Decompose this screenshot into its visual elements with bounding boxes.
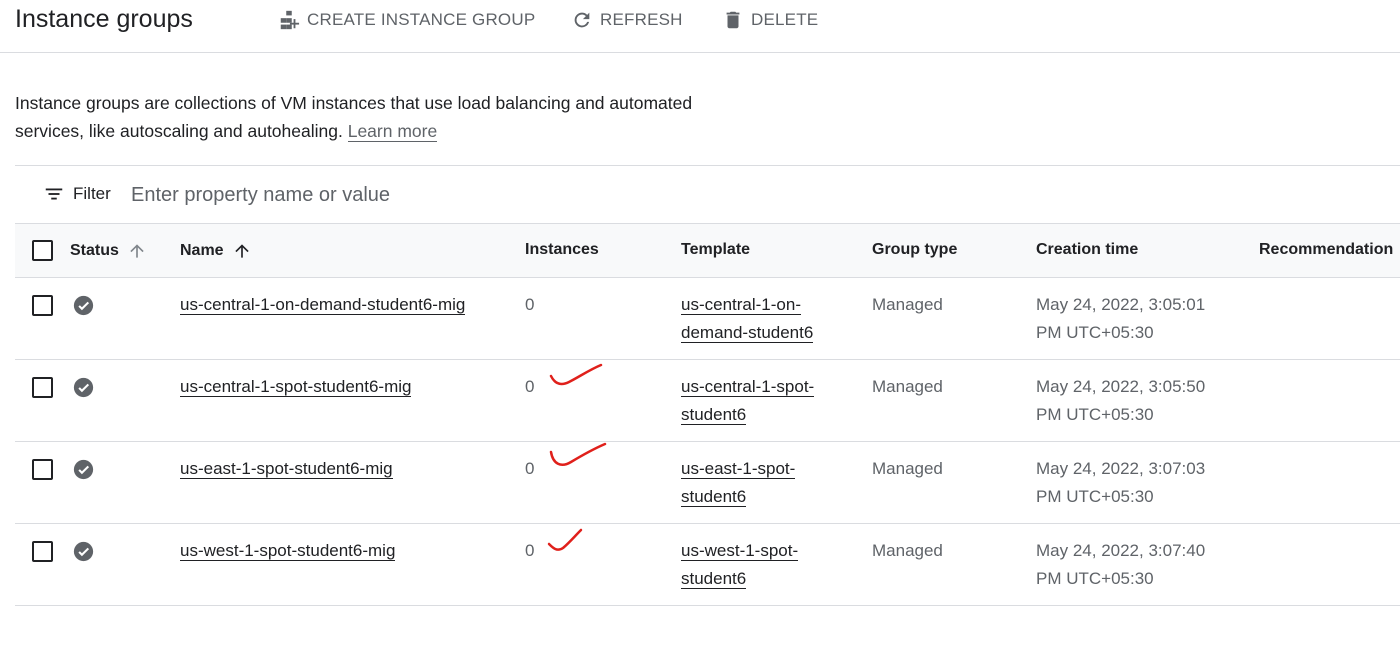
- row-instances-count: 0: [525, 541, 535, 560]
- column-header-group-type[interactable]: Group type: [872, 241, 957, 259]
- column-creation-time-label: Creation time: [1036, 241, 1139, 258]
- filter-input[interactable]: [131, 178, 731, 212]
- template-link-line1: us-central-1-on-: [681, 295, 801, 314]
- create-instance-group-button[interactable]: CREATE INSTANCE GROUP: [278, 8, 535, 32]
- sort-arrow-up-icon: [130, 244, 144, 258]
- template-link-line1: us-west-1-spot-: [681, 541, 799, 560]
- delete-button[interactable]: DELETE: [722, 8, 818, 32]
- row-creation-time: May 24, 2022, 3:07:40 PM UTC+05:30: [1036, 537, 1236, 593]
- instance-group-name-link[interactable]: us-east-1-spot-student6-mig: [180, 459, 393, 479]
- table-header: Status Name Instances Template Group typ…: [15, 224, 1400, 278]
- add-group-icon: [280, 10, 300, 30]
- sort-arrow-up-icon: [234, 244, 249, 258]
- column-header-recommendation[interactable]: Recommendation: [1259, 241, 1393, 259]
- row-name-cell: us-west-1-spot-student6-mig: [180, 537, 396, 565]
- row-instances-count: 0: [525, 459, 535, 478]
- row-creation-time: May 24, 2022, 3:05:01 PM UTC+05:30: [1036, 291, 1236, 347]
- page-description: Instance groups are collections of VM in…: [15, 89, 755, 145]
- column-header-instances[interactable]: Instances: [525, 241, 599, 259]
- column-header-template[interactable]: Template: [681, 241, 750, 259]
- row-checkbox[interactable]: [32, 295, 53, 316]
- row-name-cell: us-central-1-spot-student6-mig: [180, 373, 412, 401]
- template-link-line2: student6: [681, 405, 747, 424]
- table-row: us-east-1-spot-student6-mig 0 us-east-1-…: [15, 442, 1400, 524]
- handwritten-check-mark-icon: [549, 442, 607, 466]
- template-link-line1: us-east-1-spot-: [681, 459, 796, 478]
- refresh-icon: [574, 12, 590, 28]
- row-instances-count: 0: [525, 295, 535, 314]
- creation-time-line1: May 24, 2022, 3:07:03: [1036, 459, 1206, 478]
- creation-time-line1: May 24, 2022, 3:05:01: [1036, 295, 1206, 314]
- row-group-type: Managed: [872, 459, 943, 478]
- table-row: us-west-1-spot-student6-mig 0 us-west-1-…: [15, 524, 1400, 606]
- handwritten-check-mark-icon: [549, 363, 603, 386]
- row-group-type: Managed: [872, 541, 943, 560]
- page-title: Instance groups: [15, 5, 193, 33]
- template-link-line2: demand-student6: [681, 323, 814, 342]
- row-template-cell: us-east-1-spot-student6: [681, 455, 841, 511]
- creation-time-line2: PM UTC+05:30: [1036, 323, 1154, 342]
- check-circle-icon: [73, 377, 94, 398]
- column-name-label: Name: [180, 242, 224, 259]
- column-instances-label: Instances: [525, 241, 599, 258]
- row-creation-time: May 24, 2022, 3:05:50 PM UTC+05:30: [1036, 373, 1236, 429]
- filter-label: Filter: [73, 184, 111, 203]
- instance-group-name-link[interactable]: us-central-1-spot-student6-mig: [180, 377, 412, 397]
- filter-button[interactable]: Filter: [43, 183, 111, 205]
- handwritten-check-mark-icon: [547, 528, 583, 551]
- row-template-cell: us-west-1-spot-student6: [681, 537, 841, 593]
- template-link[interactable]: us-east-1-spot-student6: [681, 459, 796, 507]
- instance-groups-table: Filter Status Name Instances Template Gr…: [15, 165, 1400, 606]
- top-toolbar: Instance groups CREATE INSTANCE GROUP RE…: [0, 0, 1400, 53]
- filter-icon: [45, 188, 63, 200]
- row-checkbox[interactable]: [32, 377, 53, 398]
- row-name-cell: us-east-1-spot-student6-mig: [180, 455, 393, 483]
- row-creation-time: May 24, 2022, 3:07:03 PM UTC+05:30: [1036, 455, 1236, 511]
- row-checkbox[interactable]: [32, 541, 53, 562]
- row-template-cell: us-central-1-spot-student6: [681, 373, 841, 429]
- refresh-button[interactable]: REFRESH: [571, 8, 683, 32]
- template-link-line1: us-central-1-spot-: [681, 377, 815, 396]
- refresh-label: REFRESH: [600, 10, 683, 29]
- check-circle-icon: [73, 541, 94, 562]
- column-header-creation-time[interactable]: Creation time: [1036, 241, 1138, 259]
- row-instances-count: 0: [525, 377, 535, 396]
- instance-group-name-link[interactable]: us-west-1-spot-student6-mig: [180, 541, 396, 561]
- instance-group-name-link[interactable]: us-central-1-on-demand-student6-mig: [180, 295, 466, 315]
- column-recommendation-label: Recommendation: [1259, 241, 1394, 258]
- template-link[interactable]: us-west-1-spot-student6: [681, 541, 799, 589]
- column-group-type-label: Group type: [872, 241, 958, 258]
- row-template-cell: us-central-1-on-demand-student6: [681, 291, 841, 347]
- column-status-label: Status: [70, 242, 119, 259]
- trash-icon: [726, 11, 740, 29]
- filter-bar: Filter: [15, 166, 1400, 224]
- row-group-type: Managed: [872, 377, 943, 396]
- creation-time-line1: May 24, 2022, 3:07:40: [1036, 541, 1206, 560]
- select-all-checkbox[interactable]: [32, 240, 53, 261]
- row-checkbox[interactable]: [32, 459, 53, 480]
- template-link-line2: student6: [681, 487, 747, 506]
- table-row: us-central-1-on-demand-student6-mig 0 us…: [15, 278, 1400, 360]
- creation-time-line2: PM UTC+05:30: [1036, 405, 1154, 424]
- column-template-label: Template: [681, 241, 751, 258]
- creation-time-line1: May 24, 2022, 3:05:50: [1036, 377, 1206, 396]
- check-circle-icon: [73, 459, 94, 480]
- table-body: us-central-1-on-demand-student6-mig 0 us…: [15, 278, 1400, 606]
- column-header-name[interactable]: Name: [180, 241, 252, 261]
- template-link-line2: student6: [681, 569, 747, 588]
- template-link[interactable]: us-central-1-spot-student6: [681, 377, 815, 425]
- check-circle-icon: [73, 295, 94, 316]
- template-link[interactable]: us-central-1-on-demand-student6: [681, 295, 814, 343]
- row-name-cell: us-central-1-on-demand-student6-mig: [180, 291, 466, 319]
- creation-time-line2: PM UTC+05:30: [1036, 487, 1154, 506]
- learn-more-link[interactable]: Learn more: [347, 121, 438, 142]
- table-row: us-central-1-spot-student6-mig 0 us-cent…: [15, 360, 1400, 442]
- create-instance-group-label: CREATE INSTANCE GROUP: [307, 10, 536, 29]
- delete-label: DELETE: [751, 10, 819, 29]
- creation-time-line2: PM UTC+05:30: [1036, 569, 1154, 588]
- column-header-status[interactable]: Status: [70, 241, 147, 261]
- row-group-type: Managed: [872, 295, 943, 314]
